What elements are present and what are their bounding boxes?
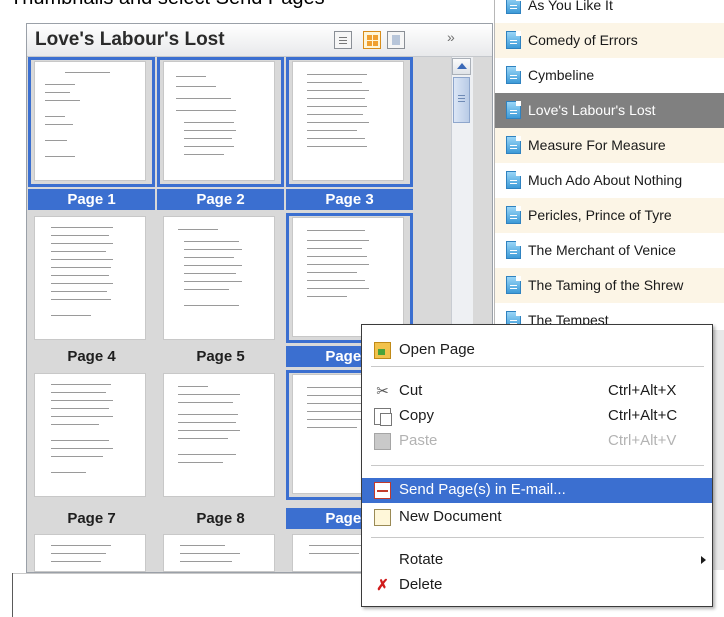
- list-item[interactable]: Pericles, Prince of Tyre: [495, 198, 724, 233]
- menu-separator: [371, 366, 704, 367]
- submenu-arrow-icon: [701, 556, 706, 564]
- page-thumbnail[interactable]: [35, 62, 145, 180]
- page-label[interactable]: Page 2: [157, 189, 284, 210]
- menu-separator: [371, 465, 704, 466]
- page-view-icon[interactable]: [387, 31, 405, 49]
- scroll-up-button[interactable]: [452, 58, 471, 75]
- page-label[interactable]: Page 3: [286, 189, 413, 210]
- paste-icon: [374, 433, 391, 450]
- scroll-thumb[interactable]: [453, 77, 470, 123]
- menu-separator: [371, 537, 704, 538]
- page-thumbnail[interactable]: [293, 218, 403, 336]
- menu-item-rotate[interactable]: Rotate: [362, 548, 712, 573]
- list-view-icon[interactable]: [334, 31, 352, 49]
- document-icon: [506, 101, 521, 119]
- page-thumbnail[interactable]: [35, 535, 145, 571]
- list-item[interactable]: Comedy of Errors: [495, 23, 724, 58]
- page-label[interactable]: Page 1: [28, 189, 155, 210]
- cropped-instruction-text: Thumbnails and select Send Pages: [0, 0, 495, 22]
- document-icon: [506, 0, 521, 14]
- document-icon: [506, 136, 521, 154]
- menu-item-cut[interactable]: ✂ Cut Ctrl+Alt+X: [362, 379, 712, 404]
- list-item[interactable]: As You Like It: [495, 0, 724, 23]
- document-icon: [506, 171, 521, 189]
- page-label[interactable]: Page 4: [28, 346, 155, 367]
- page-thumbnail[interactable]: [164, 62, 274, 180]
- menu-item-open-page[interactable]: Open Page: [362, 338, 712, 363]
- new-document-icon: [374, 509, 391, 526]
- expand-chevron-icon[interactable]: »: [447, 29, 455, 45]
- panel-title: Love's Labour's Lost: [35, 29, 225, 50]
- page-label[interactable]: Page 7: [28, 508, 155, 529]
- page-thumbnail[interactable]: [164, 374, 274, 496]
- page-thumbnail[interactable]: [293, 62, 403, 180]
- menu-item-new-document[interactable]: New Document: [362, 505, 712, 530]
- list-item[interactable]: Cymbeline: [495, 58, 724, 93]
- document-icon: [506, 276, 521, 294]
- page-label[interactable]: Page 8: [157, 508, 284, 529]
- menu-item-send-email[interactable]: Send Page(s) in E-mail...: [362, 478, 712, 503]
- list-item[interactable]: Much Ado About Nothing: [495, 163, 724, 198]
- page-thumbnail[interactable]: [164, 535, 274, 571]
- page-thumbnail[interactable]: [35, 374, 145, 496]
- list-item[interactable]: The Taming of the Shrew: [495, 268, 724, 303]
- open-page-icon: [374, 342, 391, 359]
- copy-icon: [374, 408, 392, 426]
- page-thumbnail[interactable]: [164, 217, 274, 339]
- menu-item-delete[interactable]: ✗ Delete: [362, 573, 712, 598]
- list-item[interactable]: Measure For Measure: [495, 128, 724, 163]
- thumbnail-view-icon[interactable]: [363, 31, 381, 49]
- list-item[interactable]: The Merchant of Venice: [495, 233, 724, 268]
- document-icon: [506, 66, 521, 84]
- document-icon: [506, 206, 521, 224]
- delete-icon: ✗: [376, 577, 389, 594]
- page-thumbnail[interactable]: [35, 217, 145, 339]
- document-icon: [506, 241, 521, 259]
- menu-item-paste[interactable]: Paste Ctrl+Alt+V: [362, 429, 712, 454]
- email-icon: [374, 482, 391, 499]
- list-item-selected[interactable]: Love's Labour's Lost: [495, 93, 724, 128]
- menu-item-copy[interactable]: Copy Ctrl+Alt+C: [362, 404, 712, 429]
- page-label[interactable]: Page 5: [157, 346, 284, 367]
- document-icon: [506, 31, 521, 49]
- window-edge: [12, 573, 13, 617]
- cut-icon: ✂: [376, 383, 389, 400]
